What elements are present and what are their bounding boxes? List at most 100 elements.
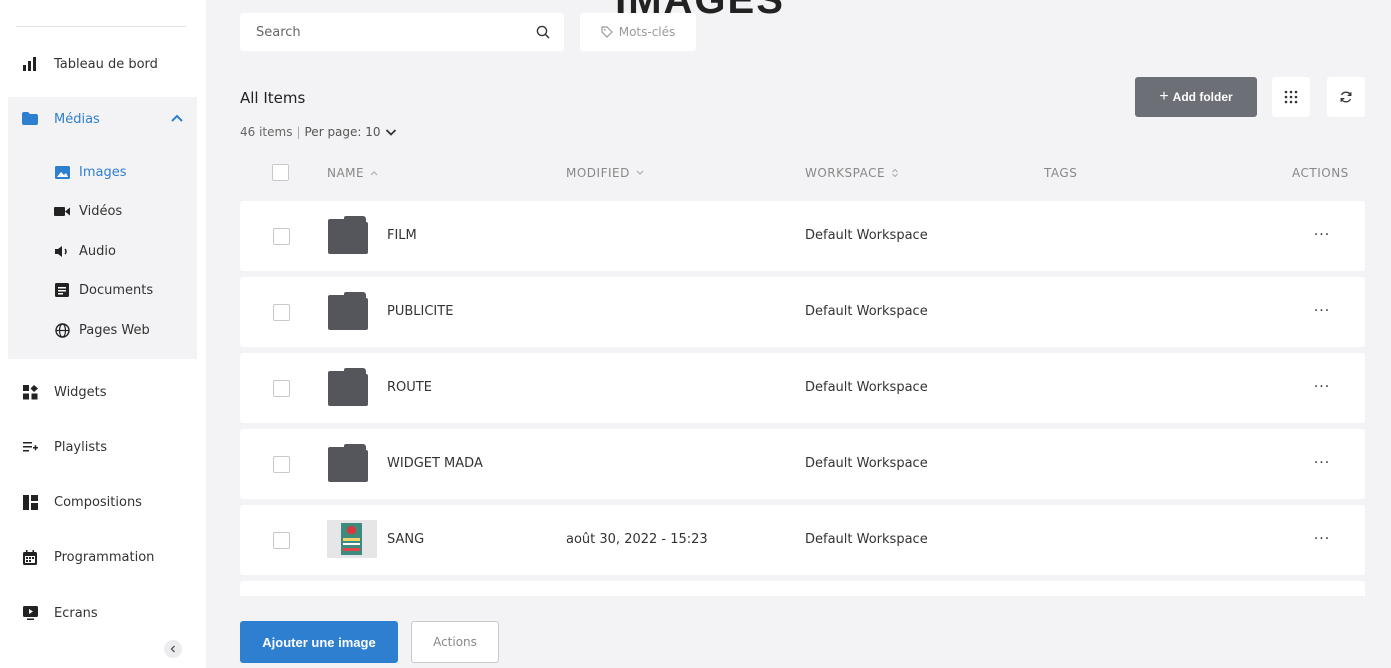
playlist-icon bbox=[22, 439, 38, 455]
column-header-label: MODIFIED bbox=[566, 166, 630, 180]
sidebar-collapse-button[interactable] bbox=[164, 640, 182, 658]
sidebar-subitem-label: Pages Web bbox=[79, 322, 150, 338]
row-checkbox[interactable] bbox=[273, 380, 290, 397]
row-workspace: Default Workspace bbox=[805, 456, 928, 471]
add-image-button[interactable]: Ajouter une image bbox=[240, 621, 398, 663]
globe-icon bbox=[54, 322, 70, 338]
table-row[interactable]: SANG août 30, 2022 - 15:23 Default Works… bbox=[240, 505, 1365, 575]
bulk-actions-button[interactable]: Actions bbox=[411, 621, 499, 663]
image-icon bbox=[54, 164, 70, 180]
sidebar-item-programmation[interactable]: Programmation bbox=[0, 537, 206, 577]
column-header-label: TAGS bbox=[1044, 166, 1078, 180]
speaker-icon bbox=[54, 243, 70, 259]
row-actions-menu-icon[interactable]: ··· bbox=[1308, 451, 1336, 475]
image-thumbnail[interactable] bbox=[327, 520, 377, 558]
sidebar-item-widgets[interactable]: Widgets bbox=[0, 372, 206, 412]
chevron-left-icon bbox=[170, 645, 175, 653]
screen-play-icon bbox=[22, 605, 38, 621]
per-page-label: Per page: 10 bbox=[304, 125, 381, 139]
chevron-down-icon bbox=[385, 129, 396, 136]
sort-both-icon bbox=[892, 168, 898, 178]
folder-icon bbox=[328, 216, 368, 254]
sidebar: Tableau de bord Médias Images Vidéos Aud… bbox=[0, 0, 206, 668]
grid-view-button[interactable] bbox=[1272, 77, 1310, 117]
row-name: FILM bbox=[387, 228, 417, 243]
row-checkbox[interactable] bbox=[273, 304, 290, 321]
sidebar-item-label: Compositions bbox=[54, 494, 142, 510]
table-body: FILM Default Workspace ··· PUBLICITE Def… bbox=[240, 200, 1365, 596]
search-input[interactable] bbox=[256, 24, 516, 40]
table-row-partial[interactable] bbox=[240, 581, 1365, 596]
row-checkbox[interactable] bbox=[273, 532, 290, 549]
list-title: All Items bbox=[240, 89, 306, 107]
folder-icon bbox=[22, 110, 38, 129]
row-actions-menu-icon[interactable]: ··· bbox=[1308, 527, 1336, 551]
row-checkbox[interactable] bbox=[273, 228, 290, 245]
sidebar-item-label: Widgets bbox=[54, 384, 107, 400]
table-row[interactable]: WIDGET MADA Default Workspace ··· bbox=[240, 429, 1365, 499]
sidebar-subitem-label: Images bbox=[79, 164, 127, 180]
sidebar-item-ecrans[interactable]: Ecrans bbox=[0, 593, 206, 633]
table-row[interactable]: PUBLICITE Default Workspace ··· bbox=[240, 277, 1365, 347]
tags-filter-button[interactable]: Mots-clés bbox=[580, 13, 696, 51]
sidebar-subitem-audio[interactable]: Audio bbox=[8, 233, 197, 269]
meta-separator: | bbox=[296, 125, 301, 139]
row-checkbox[interactable] bbox=[273, 456, 290, 473]
select-all-checkbox[interactable] bbox=[272, 164, 289, 181]
folder-icon bbox=[328, 292, 368, 330]
sort-desc-icon bbox=[636, 170, 644, 175]
row-workspace: Default Workspace bbox=[805, 228, 928, 243]
sidebar-item-label: Tableau de bord bbox=[54, 56, 158, 72]
sidebar-subitem-videos[interactable]: Vidéos bbox=[8, 193, 197, 229]
tag-icon bbox=[601, 26, 613, 38]
row-actions-menu-icon[interactable]: ··· bbox=[1308, 299, 1336, 323]
media-group: Médias Images Vidéos Audio Documents Pag… bbox=[8, 97, 197, 359]
sidebar-subitem-documents[interactable]: Documents bbox=[8, 272, 197, 308]
column-header-name[interactable]: NAME bbox=[327, 166, 378, 180]
row-workspace: Default Workspace bbox=[805, 380, 928, 395]
row-actions-menu-icon[interactable]: ··· bbox=[1308, 375, 1336, 399]
refresh-icon bbox=[1340, 91, 1352, 103]
widgets-icon bbox=[22, 384, 38, 400]
column-header-workspace[interactable]: WORKSPACE bbox=[805, 166, 899, 180]
row-name: PUBLICITE bbox=[387, 304, 454, 319]
add-folder-button[interactable]: + Add folder bbox=[1135, 77, 1257, 117]
sidebar-subitem-label: Documents bbox=[79, 282, 154, 298]
sidebar-item-medias[interactable]: Médias bbox=[0, 97, 206, 141]
sidebar-item-tableau-de-bord[interactable]: Tableau de bord bbox=[0, 44, 206, 84]
grid-dots-icon bbox=[1284, 90, 1298, 104]
per-page-select[interactable]: Per page: 10 bbox=[305, 125, 397, 139]
tags-filter-label: Mots-clés bbox=[618, 25, 676, 39]
folder-icon bbox=[328, 444, 368, 482]
folder-icon bbox=[328, 368, 368, 406]
sidebar-subitem-images[interactable]: Images bbox=[8, 154, 197, 190]
search-box bbox=[240, 13, 564, 51]
sort-asc-icon bbox=[370, 171, 378, 176]
sidebar-item-label: Médias bbox=[54, 111, 100, 127]
add-folder-label: Add folder bbox=[1172, 90, 1233, 104]
bar-chart-icon bbox=[22, 56, 38, 72]
row-name: ROUTE bbox=[387, 380, 432, 395]
row-actions-menu-icon[interactable]: ··· bbox=[1308, 223, 1336, 247]
sidebar-item-label: Playlists bbox=[54, 439, 107, 455]
sidebar-divider bbox=[16, 26, 186, 27]
sidebar-item-compositions[interactable]: Compositions bbox=[0, 482, 206, 522]
item-count: 46 items bbox=[240, 125, 293, 139]
column-header-label: NAME bbox=[327, 166, 365, 180]
sidebar-item-label: Ecrans bbox=[54, 605, 98, 621]
sidebar-item-playlists[interactable]: Playlists bbox=[0, 427, 206, 467]
row-name: SANG bbox=[387, 532, 425, 547]
column-header-label: WORKSPACE bbox=[805, 166, 886, 180]
row-modified: août 30, 2022 - 15:23 bbox=[566, 532, 708, 547]
table-row[interactable]: ROUTE Default Workspace ··· bbox=[240, 353, 1365, 423]
table-row[interactable]: FILM Default Workspace ··· bbox=[240, 201, 1365, 271]
row-workspace: Default Workspace bbox=[805, 304, 928, 319]
video-camera-icon bbox=[54, 203, 70, 219]
calendar-icon bbox=[22, 549, 38, 565]
row-name: WIDGET MADA bbox=[387, 456, 483, 471]
refresh-button[interactable] bbox=[1327, 77, 1365, 117]
search-icon[interactable] bbox=[536, 24, 550, 43]
column-header-modified[interactable]: MODIFIED bbox=[566, 166, 644, 180]
sidebar-subitem-pages-web[interactable]: Pages Web bbox=[8, 312, 197, 348]
sidebar-subitem-label: Audio bbox=[79, 243, 116, 259]
